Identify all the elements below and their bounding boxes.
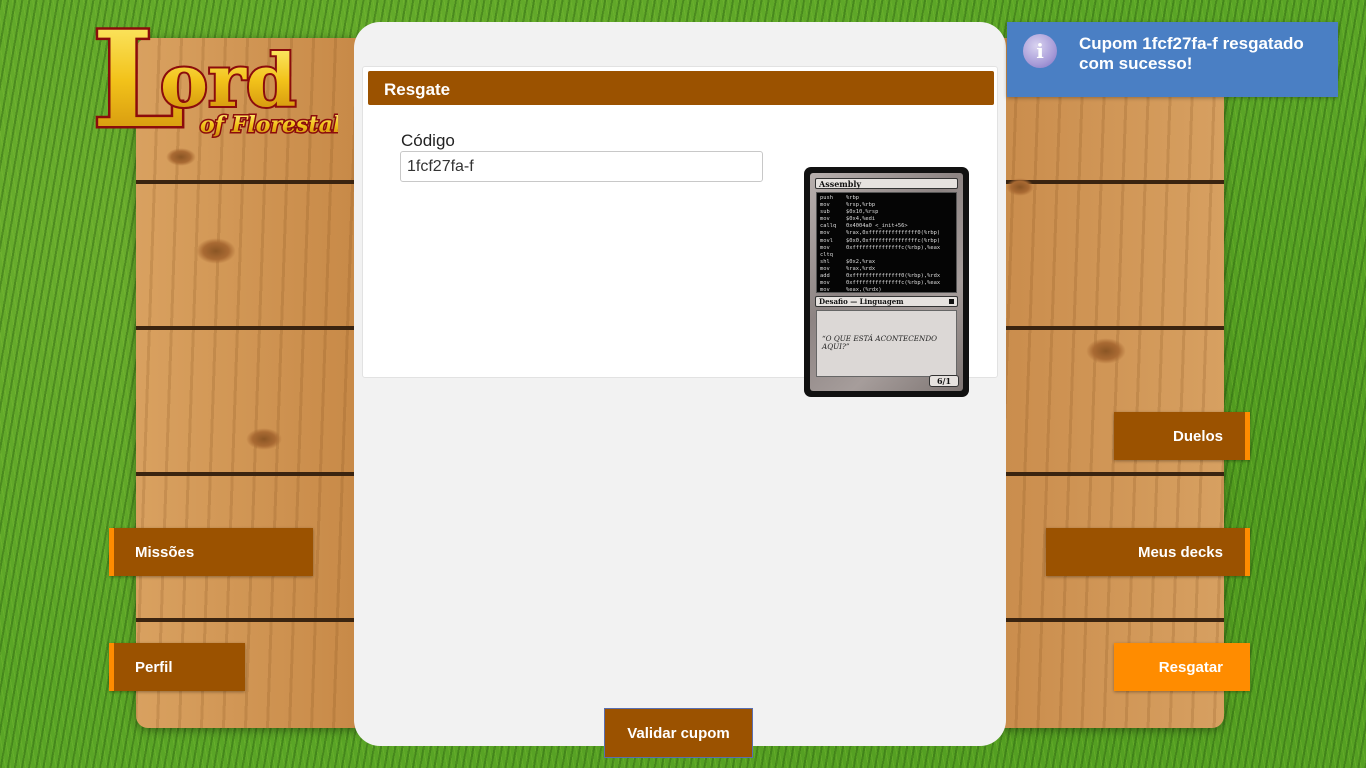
game-card-code-line: mov %rsp,%rbp — [820, 202, 876, 209]
game-card-code-line: callq 0x4004a0 <_init+56> — [820, 223, 908, 230]
game-card-code-line: mov $0x4,%edi — [820, 216, 876, 223]
game-card-code-art: push %rbp mov %rsp,%rbp sub $0x10,%rsp mov … — [816, 192, 957, 293]
game-card-code-line: mov %rax,0xfffffffffffffff0(%rbp) — [820, 230, 941, 237]
game-card-title: Assembly — [815, 178, 958, 189]
logo-word: ord — [160, 38, 296, 123]
code-input[interactable] — [400, 151, 763, 182]
wood-knot — [196, 238, 236, 264]
resgatar-label: Resgatar — [1158, 658, 1223, 676]
logo-subtitle: of Florestal — [200, 112, 338, 138]
wood-knot — [1006, 178, 1034, 196]
duelos-button[interactable]: Duelos — [1114, 412, 1250, 460]
toast-message: Cupom 1fcf27fa-f resgatado com sucesso! — [1079, 34, 1304, 73]
game-card-code-line: mov 0xfffffffffffffffc(%rbp),%eax — [820, 280, 941, 287]
resgatar-button[interactable]: Resgatar — [1114, 643, 1250, 691]
wood-knot — [1086, 338, 1126, 364]
logo: L ord of Florestal — [90, 8, 339, 158]
game-card-code-line: mov 0xfffffffffffffffc(%rbp),%eax — [820, 244, 941, 251]
perfil-button[interactable]: Perfil — [109, 643, 245, 691]
game-card-power-toughness: 6/1 — [929, 375, 959, 387]
wood-knot — [246, 428, 282, 450]
meus-decks-button[interactable]: Meus decks — [1046, 528, 1250, 576]
game-card-code-line: sub $0x10,%rsp — [820, 209, 879, 216]
game-card-code-line: shl $0x2,%rax — [820, 258, 876, 265]
meus-decks-label: Meus decks — [1137, 543, 1223, 561]
game-card-code-line: movl $0x0,0xfffffffffffffffc(%rbp) — [820, 237, 941, 244]
game-card: Assembly push %rbp mov %rsp,%rbp sub $0x10… — [804, 167, 969, 397]
game-card-type-line: Desafio — Linguagem — [815, 296, 958, 307]
game-card-code-line: cltq — [820, 251, 833, 258]
game-card-code-line: push %rbp — [820, 195, 859, 201]
game-card-frame: Assembly push %rbp mov %rsp,%rbp sub $0x10… — [810, 173, 963, 391]
redeem-card: Resgate Código Assembly push %rbpmov %rs… — [362, 66, 998, 397]
game-card-code-line: mov %eax,(%rdx) — [820, 287, 882, 293]
missoes-button[interactable]: Missões — [109, 528, 313, 576]
validate-coupon-button[interactable]: Validar cupom — [604, 708, 753, 758]
code-label: Código — [401, 131, 455, 150]
game-card-flavor-text: “O QUE ESTÁ ACONTECENDO AQUI?” — [816, 310, 957, 377]
main-panel: Resgate Código Assembly push %rbpmov %rs… — [354, 22, 1006, 746]
duelos-label: Duelos — [1172, 427, 1223, 445]
perfil-label: Perfil — [135, 658, 173, 676]
game-card-code-line: mov %rax,%rdx — [820, 265, 876, 272]
success-toast[interactable]: i Cupom 1fcf27fa-f resgatado com sucesso… — [1007, 22, 1338, 97]
redeem-header: Resgate — [368, 71, 994, 105]
info-icon: i — [1023, 34, 1057, 68]
game-card-code-line: add 0xfffffffffffffff0(%rbp),%rdx — [820, 273, 941, 280]
missoes-label: Missões — [135, 543, 195, 561]
